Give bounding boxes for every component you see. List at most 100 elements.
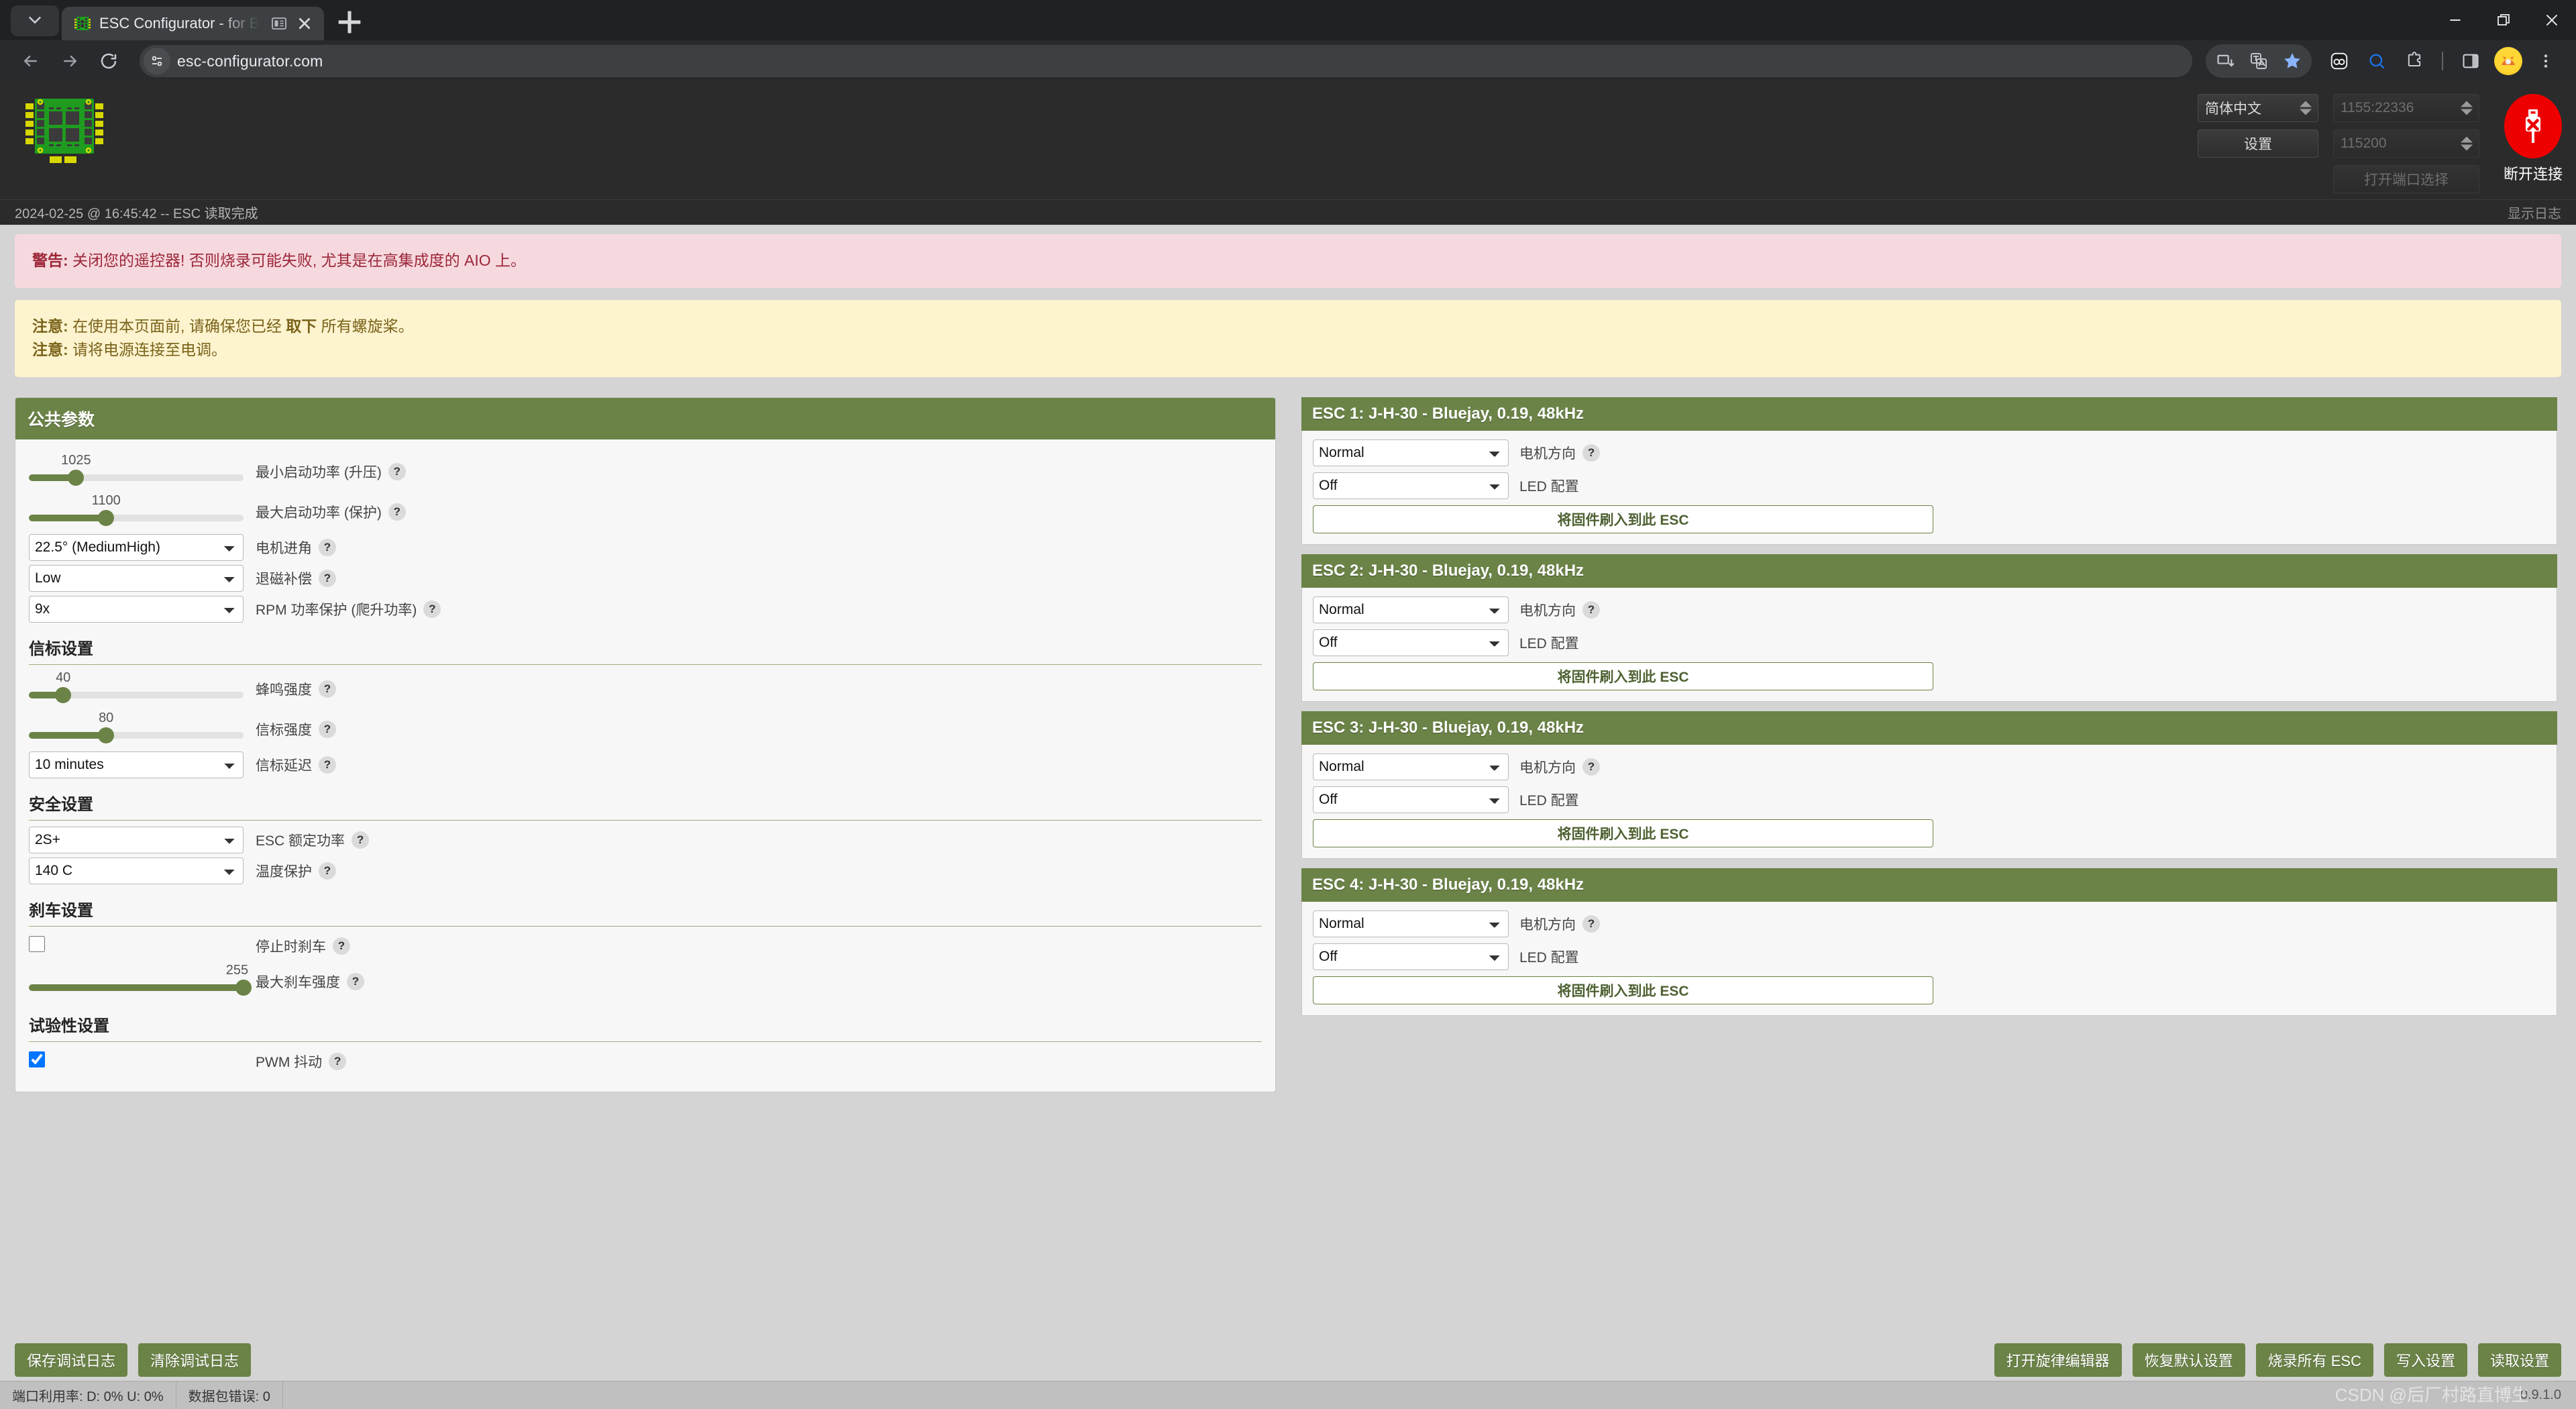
help-icon[interactable]: ? xyxy=(388,462,406,480)
extensions-puzzle-icon[interactable] xyxy=(2398,44,2431,78)
restore-defaults-button[interactable]: 恢复默认设置 xyxy=(2132,1343,2245,1377)
setting-label-text: 最大刹车强度 xyxy=(256,974,340,990)
back-arrow-icon[interactable] xyxy=(13,44,48,79)
browser-tab[interactable]: ESC Configurator - for Bl xyxy=(62,7,325,40)
setting-label-text: 信标延迟 xyxy=(256,758,312,774)
beep-strength-slider[interactable]: 40 xyxy=(29,670,244,708)
esc-card-title: ESC 1: J-H-30 - Bluejay, 0.19, 48kHz xyxy=(1301,397,2557,431)
show-log-button[interactable]: 显示日志 xyxy=(2508,203,2561,222)
help-icon[interactable]: ? xyxy=(329,1052,347,1070)
help-icon[interactable]: ? xyxy=(1582,601,1600,619)
main-content: 警告: 关闭您的遥控器! 否则烧录可能失败, 尤其是在高集成度的 AIO 上。 … xyxy=(0,225,2576,1409)
esc-rated-power-select[interactable]: 2S+ xyxy=(29,826,244,853)
temperature-protection-select[interactable]: 140 C xyxy=(29,857,244,884)
flash-firmware-button[interactable]: 将固件刷入到此 ESC xyxy=(1313,976,1933,1004)
pwm-dithering-checkbox[interactable] xyxy=(29,1051,45,1068)
rpm-power-protect-select[interactable]: 9x xyxy=(29,595,244,623)
site-settings-icon[interactable] xyxy=(144,48,170,74)
language-settings-column: 简体中文 设置 xyxy=(2197,94,2318,158)
tab-search-button[interactable] xyxy=(11,5,59,36)
help-icon[interactable]: ? xyxy=(319,862,336,880)
install-app-icon[interactable] xyxy=(2208,44,2242,78)
translate-icon[interactable] xyxy=(2242,44,2275,78)
esc-motor-direction-select[interactable]: Normal xyxy=(1313,439,1509,466)
beacon-strength-slider[interactable]: 80 xyxy=(29,711,244,748)
help-icon[interactable]: ? xyxy=(1582,915,1600,933)
help-icon[interactable]: ? xyxy=(319,755,336,774)
baudrate-select[interactable]: 115200 xyxy=(2332,129,2479,158)
side-panel-icon[interactable] xyxy=(2454,44,2487,78)
extension-profile-icon[interactable] xyxy=(2322,44,2356,78)
help-icon[interactable]: ? xyxy=(1582,443,1600,462)
beacon-delay-select[interactable]: 10 minutes xyxy=(29,751,244,778)
help-icon[interactable]: ? xyxy=(352,831,370,849)
tab-media-icon[interactable] xyxy=(270,15,288,32)
open-port-picker-button[interactable]: 打开端口选择 xyxy=(2332,165,2479,193)
slider-value: 80 xyxy=(99,710,114,725)
setting-label: LED 配置 xyxy=(1519,947,1579,967)
setting-label: 最大刹车强度 ? xyxy=(256,972,364,992)
connect-toggle[interactable]: 断开连接 xyxy=(2504,94,2563,184)
bookmark-star-icon[interactable] xyxy=(2275,44,2309,78)
browser-toolbar: esc-configurator.com xyxy=(0,40,2576,82)
close-icon[interactable] xyxy=(2528,0,2576,40)
forward-arrow-icon[interactable] xyxy=(52,44,87,79)
min-startup-power-slider[interactable]: 1025 xyxy=(29,453,244,490)
help-icon[interactable]: ? xyxy=(423,600,441,618)
warning-line-strong: 注意: xyxy=(32,317,68,335)
flash-firmware-button[interactable]: 将固件刷入到此 ESC xyxy=(1313,505,1933,533)
search-extension-icon[interactable] xyxy=(2360,44,2394,78)
help-icon[interactable]: ? xyxy=(1582,758,1600,776)
esc-led-select[interactable]: Off xyxy=(1313,472,1509,499)
help-icon[interactable]: ? xyxy=(319,680,336,698)
open-melody-editor-button[interactable]: 打开旋律编辑器 xyxy=(1994,1343,2122,1377)
brake-on-stop-checkbox[interactable] xyxy=(29,936,45,953)
port-select[interactable]: 1155:22336 xyxy=(2332,94,2479,122)
esc-led-select[interactable]: Off xyxy=(1313,786,1509,813)
address-bar[interactable]: esc-configurator.com xyxy=(140,45,2192,77)
help-icon[interactable]: ? xyxy=(388,503,406,521)
maximize-icon[interactable] xyxy=(2479,0,2528,40)
max-startup-power-slider[interactable]: 1100 xyxy=(29,493,244,531)
write-settings-button[interactable]: 写入设置 xyxy=(2383,1343,2467,1377)
esc-card-title: ESC 3: J-H-30 - Bluejay, 0.19, 48kHz xyxy=(1301,711,2557,745)
flash-firmware-button[interactable]: 将固件刷入到此 ESC xyxy=(1313,819,1933,847)
footer-toolbar: 保存调试日志 清除调试日志 打开旋律编辑器 恢复默认设置 烧录所有 ESC 写入… xyxy=(0,1339,2576,1381)
help-icon[interactable]: ? xyxy=(347,972,364,990)
tab-close-button[interactable] xyxy=(294,13,315,34)
minimize-icon[interactable] xyxy=(2431,0,2479,40)
esc-card-title: ESC 4: J-H-30 - Bluejay, 0.19, 48kHz xyxy=(1301,868,2557,902)
help-icon[interactable]: ? xyxy=(319,720,336,738)
esc-led-select[interactable]: Off xyxy=(1313,943,1509,970)
new-tab-button[interactable] xyxy=(331,7,368,38)
setting-label-text: RPM 功率保护 (爬升功率) xyxy=(256,602,417,618)
flash-firmware-button[interactable]: 将固件刷入到此 ESC xyxy=(1313,662,1933,690)
esc-card-body: Normal 电机方向 ? Off LED 配置 将固件刷入到此 ESC xyxy=(1301,744,2557,859)
read-settings-button[interactable]: 读取设置 xyxy=(2477,1343,2561,1377)
esc-motor-direction-row: Normal 电机方向 ? xyxy=(1313,910,2546,937)
reload-icon[interactable] xyxy=(91,44,126,79)
esc-motor-direction-select[interactable]: Normal xyxy=(1313,753,1509,780)
max-brake-strength-slider[interactable]: 255 xyxy=(29,963,252,1000)
avatar[interactable] xyxy=(2491,44,2525,78)
status-bar: 端口利用率: D: 0% U: 0% 数据包错误: 0 0.9.1.0 xyxy=(0,1381,2576,1409)
save-debug-log-button[interactable]: 保存调试日志 xyxy=(15,1343,128,1377)
log-message: 2024-02-25 @ 16:45:42 -- ESC 读取完成 xyxy=(15,207,258,221)
help-icon[interactable]: ? xyxy=(333,937,350,955)
settings-button[interactable]: 设置 xyxy=(2197,129,2318,158)
help-icon[interactable]: ? xyxy=(319,538,336,556)
help-icon[interactable]: ? xyxy=(319,569,336,587)
flash-all-escs-button[interactable]: 烧录所有 ESC xyxy=(2255,1343,2373,1377)
browser-menu-icon[interactable] xyxy=(2529,44,2563,78)
setting-label: 电机方向 ? xyxy=(1519,443,1600,463)
esc-card: ESC 4: J-H-30 - Bluejay, 0.19, 48kHz Nor… xyxy=(1301,868,2557,1016)
clear-debug-log-button[interactable]: 清除调试日志 xyxy=(138,1343,252,1377)
chevron-updown-icon xyxy=(2299,101,2312,115)
demag-compensation-select[interactable]: Low xyxy=(29,564,244,592)
setting-label: 停止时刹车 ? xyxy=(256,936,350,956)
esc-led-select[interactable]: Off xyxy=(1313,629,1509,656)
esc-motor-direction-select[interactable]: Normal xyxy=(1313,596,1509,623)
language-select[interactable]: 简体中文 xyxy=(2197,94,2318,122)
motor-timing-select[interactable]: 22.5° (MediumHigh) xyxy=(29,533,244,561)
esc-motor-direction-select[interactable]: Normal xyxy=(1313,910,1509,937)
